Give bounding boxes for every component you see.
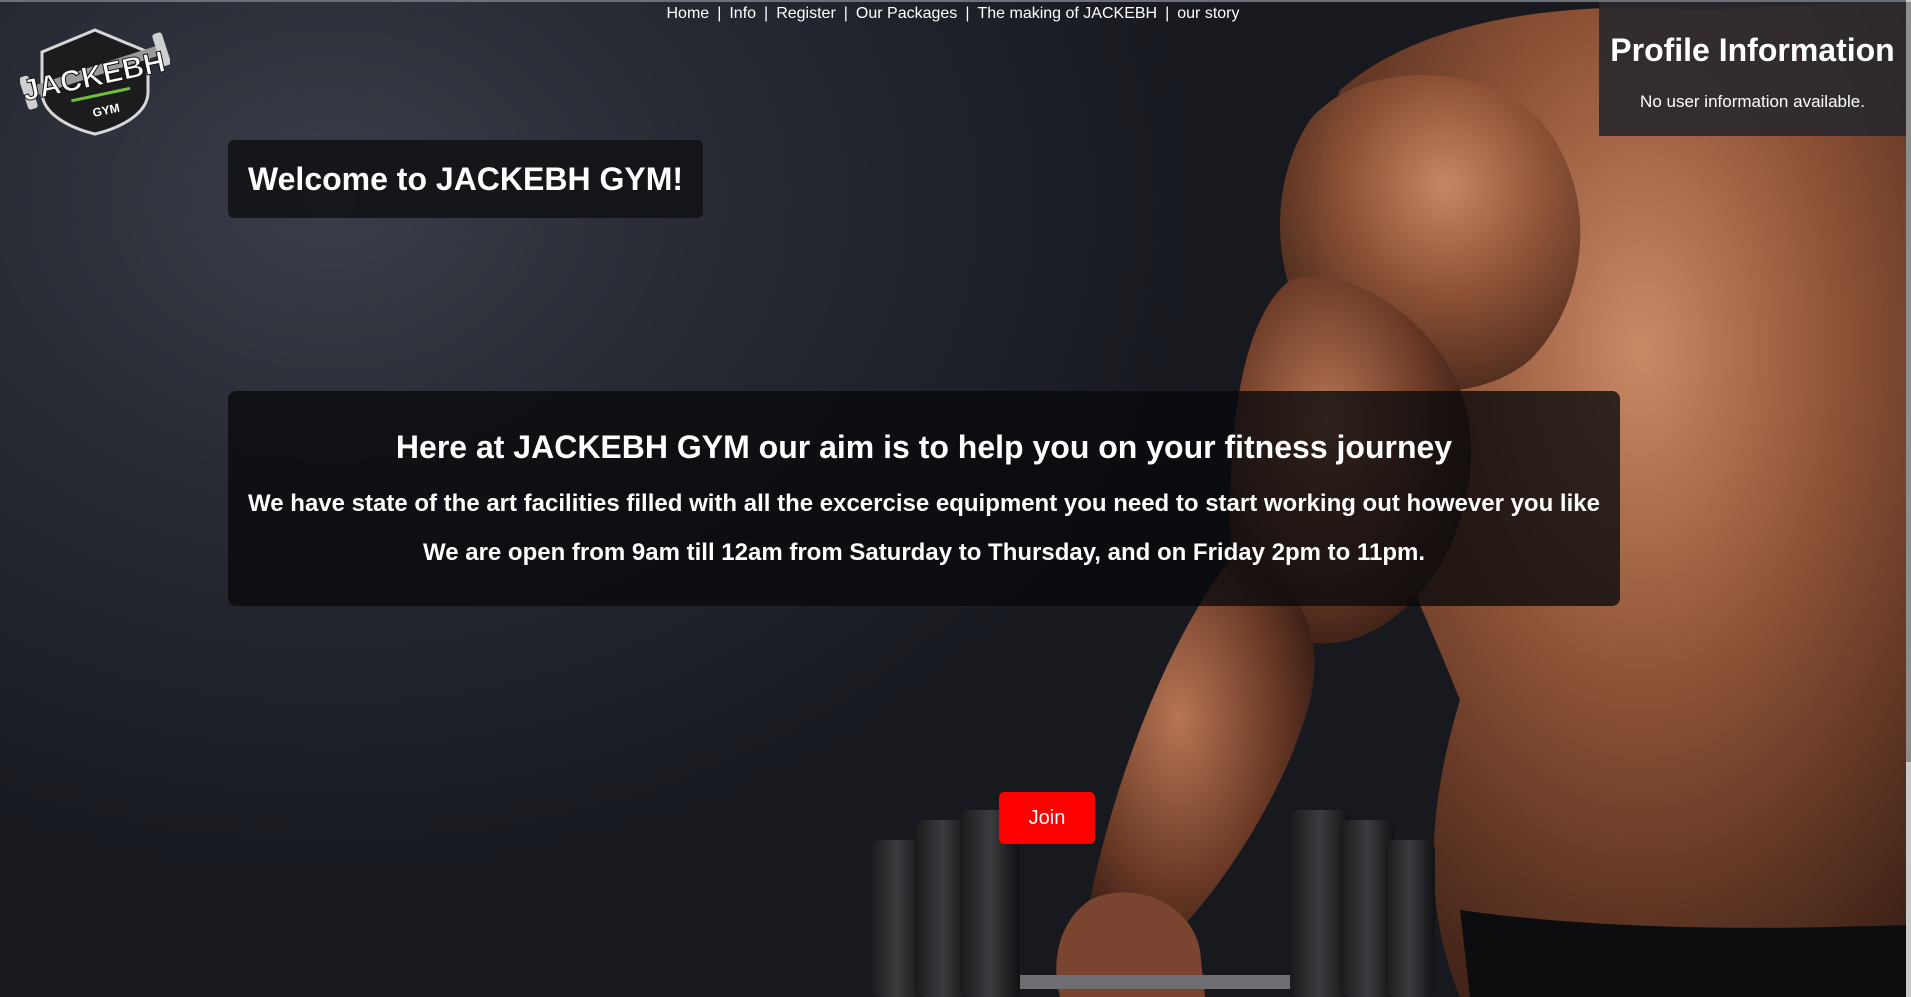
about-heading: Here at JACKEBH GYM our aim is to help y… bbox=[395, 429, 1453, 465]
welcome-banner: Welcome to JACKEBH GYM! bbox=[228, 140, 703, 218]
nav-separator: | bbox=[717, 5, 722, 22]
nav-link-register[interactable]: Register bbox=[776, 5, 836, 22]
nav-separator: | bbox=[843, 5, 848, 22]
opening-hours-text: We are open from 9am till 12am from Satu… bbox=[422, 539, 1425, 566]
nav-separator: | bbox=[965, 5, 970, 22]
nav-link-our-packages[interactable]: Our Packages bbox=[856, 5, 957, 22]
join-button[interactable]: Join bbox=[999, 792, 1095, 844]
welcome-title: Welcome to JACKEBH GYM! bbox=[248, 160, 684, 197]
about-panel: Here at JACKEBH GYM our aim is to help y… bbox=[228, 391, 1620, 606]
nav-link-our-story[interactable]: our story bbox=[1177, 5, 1239, 22]
profile-message: No user information available. bbox=[1640, 92, 1865, 111]
nav-separator: | bbox=[764, 5, 769, 22]
nav-separator: | bbox=[1165, 5, 1170, 22]
profile-title: Profile Information bbox=[1610, 32, 1895, 68]
nav-link-home[interactable]: Home bbox=[667, 5, 710, 22]
facilities-text: We have state of the art facilities fill… bbox=[248, 490, 1600, 517]
nav-link-making-of[interactable]: The making of JACKEBH bbox=[977, 5, 1157, 22]
gym-logo-icon[interactable]: JACKEBH GYM bbox=[20, 22, 170, 137]
nav-link-info[interactable]: Info bbox=[729, 5, 756, 22]
profile-panel: Profile Information No user information … bbox=[1599, 2, 1906, 136]
scrollbar-thumb[interactable] bbox=[1906, 2, 1911, 762]
